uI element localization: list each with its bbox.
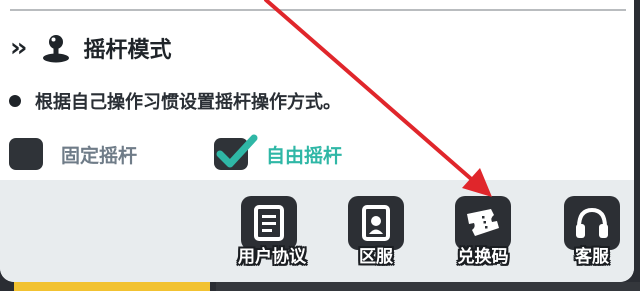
section-header: ›› 摇杆模式 xyxy=(10,30,171,66)
customer-service-button[interactable]: 客服 xyxy=(561,196,623,267)
redeem-code-label: 兑换码 xyxy=(457,247,509,267)
description-text: 根据自己操作习惯设置摇杆操作方式。 xyxy=(35,92,341,113)
bullet-icon xyxy=(9,95,21,107)
divider xyxy=(10,9,626,11)
section-title: 摇杆模式 xyxy=(83,38,172,63)
free-joystick-label: 自由摇杆 xyxy=(266,144,343,167)
document-icon xyxy=(254,205,284,241)
fixed-joystick-label: 固定摇杆 xyxy=(61,144,138,167)
user-agreement-button[interactable]: 用户协议 xyxy=(238,196,306,267)
option-free-joystick[interactable]: 自由摇杆 xyxy=(214,134,343,170)
settings-panel: ›› 摇杆模式 根据自己操作习惯设置摇杆操作方式。 固定摇杆 自由摇杆 用户协议… xyxy=(0,0,634,282)
bottom-action-bar xyxy=(0,180,634,282)
ticket-icon xyxy=(467,209,499,236)
free-joystick-checkbox[interactable] xyxy=(214,134,258,170)
double-chevron-icon: ›› xyxy=(10,33,28,63)
headset-icon xyxy=(576,207,608,238)
checkmark-icon xyxy=(216,134,258,168)
server-button[interactable]: 区服 xyxy=(345,196,407,267)
joystick-icon xyxy=(43,35,70,63)
user-agreement-label: 用户协议 xyxy=(238,247,306,267)
bottom-yellow-strip xyxy=(14,282,210,291)
bottom-dark-strip xyxy=(216,282,640,291)
fixed-joystick-checkbox[interactable] xyxy=(9,138,43,170)
customer-service-label: 客服 xyxy=(575,247,609,267)
redeem-code-button[interactable]: 兑换码 xyxy=(452,196,514,267)
description: 根据自己操作习惯设置摇杆操作方式。 xyxy=(9,88,341,114)
option-fixed-joystick[interactable]: 固定摇杆 xyxy=(9,138,137,170)
server-icon xyxy=(362,205,390,241)
server-label: 区服 xyxy=(359,247,393,267)
